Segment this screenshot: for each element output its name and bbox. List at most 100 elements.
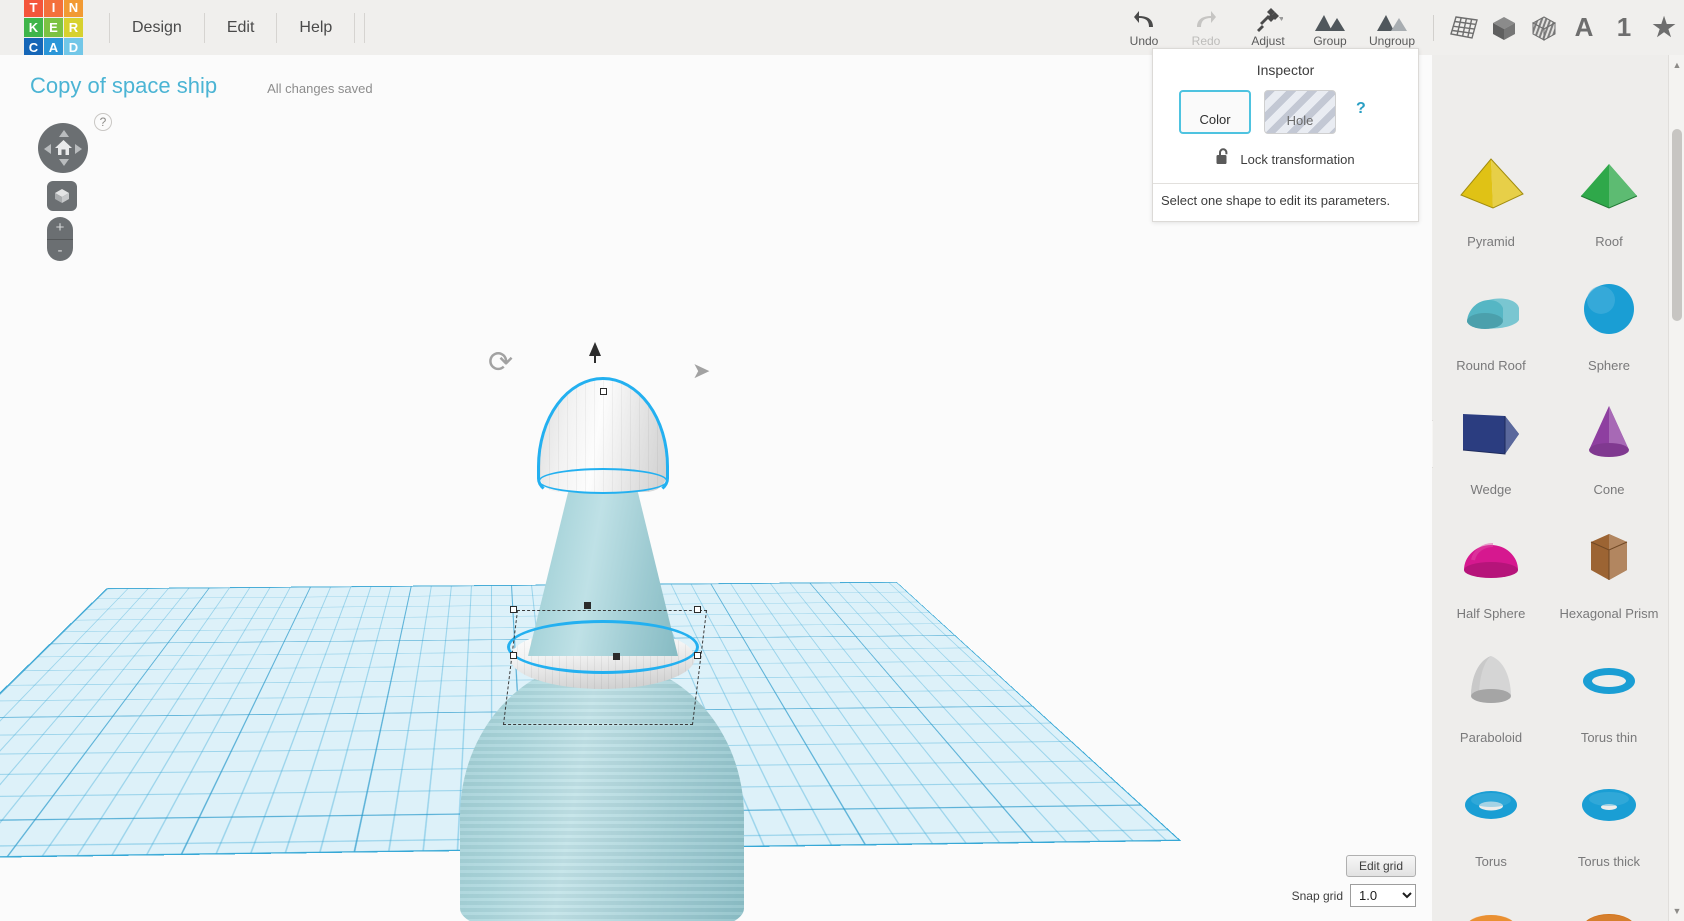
fit-view-cube-button[interactable] (47, 181, 77, 211)
torus-icon (1432, 755, 1550, 854)
star-glyph: ★ (1652, 12, 1676, 42)
color-swatch-button[interactable]: Color (1179, 90, 1251, 134)
group-mountains-icon (1313, 8, 1347, 32)
help-question-icon[interactable]: ? (94, 113, 112, 131)
design-header: Copy of space ship All changes saved (30, 73, 373, 99)
number-glyph: 1 (1616, 12, 1632, 42)
library-shape-label: Hexagonal Prism (1559, 606, 1659, 621)
edit-grid-button[interactable]: Edit grid (1345, 855, 1416, 877)
scroll-down-arrow-icon[interactable]: ▼ (1669, 903, 1684, 919)
inspector-help-icon[interactable]: ? (1356, 100, 1366, 118)
partial-icon (1432, 55, 1550, 125)
library-shape-tube[interactable]: Tube (1550, 879, 1668, 921)
resize-handle-nw[interactable] (510, 606, 517, 613)
torusthick-icon (1550, 755, 1668, 854)
library-shape-wedge[interactable]: Wedge (1432, 383, 1550, 507)
adjust-button[interactable]: Adjust (1237, 0, 1299, 55)
ungroup-button[interactable]: Ungroup (1361, 0, 1423, 55)
library-shape-roof[interactable]: Roof (1550, 135, 1668, 259)
orbit-up-icon[interactable] (59, 130, 69, 137)
library-shape-paraboloid[interactable]: Paraboloid (1432, 631, 1550, 755)
resize-handle-w[interactable] (510, 652, 517, 659)
resize-handle-ne[interactable] (694, 606, 701, 613)
scroll-up-arrow-icon[interactable]: ▲ (1669, 57, 1684, 73)
group-label: Group (1313, 33, 1347, 48)
hole-swatch-button[interactable]: Hole (1264, 90, 1336, 134)
cone-icon (1550, 383, 1668, 482)
ungroup-mountains-icon (1375, 8, 1409, 32)
text-letter-icon[interactable]: A (1564, 0, 1604, 55)
view-navigation-controls: ? + - (38, 113, 112, 261)
library-shape-round-roof[interactable]: Round Roof (1432, 259, 1550, 383)
solid-cube-icon[interactable] (1484, 0, 1524, 55)
menu-item-help[interactable]: Help (277, 12, 356, 43)
zoom-in-button[interactable]: + (47, 217, 73, 239)
logo-tile-t: T (24, 0, 43, 17)
home-view-icon[interactable] (54, 138, 73, 157)
library-shape-tube-thin[interactable]: Tube thin (1432, 879, 1550, 921)
snap-grid-select[interactable]: 0.10.250.51.02.05.010.0 (1350, 884, 1416, 907)
design-title[interactable]: Copy of space ship (30, 73, 217, 99)
height-handle-arrow[interactable] (589, 342, 601, 363)
redo-label: Redo (1191, 33, 1221, 48)
redo-button[interactable]: Redo (1175, 0, 1237, 55)
orbit-pad[interactable] (38, 123, 88, 173)
rotate-handle-right[interactable]: ➤ (692, 360, 710, 382)
orbit-down-icon[interactable] (59, 159, 69, 166)
tinkercad-app: TINKERCAD Design Edit Help Undo Redo Adj… (0, 0, 1684, 921)
nose-selection-ellipse (538, 468, 668, 494)
library-shape-torus-thick[interactable]: Torus thick (1550, 755, 1668, 879)
library-scroll-thumb[interactable] (1672, 129, 1682, 321)
save-status: All changes saved (267, 81, 373, 96)
text-letter-glyph: A (1574, 12, 1594, 42)
number-icon[interactable]: 1 (1604, 0, 1644, 55)
group-button[interactable]: Group (1299, 0, 1361, 55)
library-shape-label: Wedge (1470, 482, 1512, 497)
menu-item-design[interactable]: Design (109, 12, 205, 43)
inspector-panel: Inspector Color Hole ? Lock transformati… (1152, 48, 1419, 222)
collapse-library-chevron-icon[interactable]: ❯ (1432, 420, 1433, 468)
unlock-padlock-icon (1216, 148, 1231, 171)
inspector-note: Select one shape to edit its parameters. (1153, 183, 1418, 208)
toolbar-divider (1433, 14, 1434, 41)
snap-grid-row: Snap grid 0.10.250.51.02.05.010.0 (1292, 884, 1416, 907)
orbit-left-icon[interactable] (44, 144, 51, 154)
midpoint-handle-n[interactable] (584, 602, 591, 609)
workplane-grid-icon[interactable] (1444, 0, 1484, 55)
snap-grid-label: Snap grid (1291, 888, 1343, 903)
library-shape-pyramid[interactable]: Pyramid (1432, 135, 1550, 259)
resize-handle-e[interactable] (694, 652, 701, 659)
orbit-right-icon[interactable] (75, 144, 82, 154)
favorites-star-icon[interactable]: ★ (1644, 0, 1684, 55)
menu-item-edit[interactable]: Edit (205, 12, 278, 43)
library-shape-torus-thin[interactable]: Torus thin (1550, 631, 1668, 755)
resize-handle-top[interactable] (600, 388, 607, 395)
paraboloid-icon (1432, 631, 1550, 730)
library-shape-torus[interactable]: Torus (1432, 755, 1550, 879)
rotate-handle-left[interactable]: ⟳ (488, 348, 513, 378)
library-shape-cylinder[interactable] (1550, 55, 1668, 135)
halfsphere-icon (1432, 507, 1550, 606)
library-scrollbar[interactable]: ▲ ▼ (1668, 55, 1684, 921)
color-swatch-label: Color (1199, 112, 1231, 127)
shape-library-panel: ❯ Pyramid Roof Round Roof Sphere Wedge C… (1432, 55, 1684, 921)
inspector-title: Inspector (1256, 62, 1315, 78)
library-shape-hexagonal-prism[interactable]: Hexagonal Prism (1550, 507, 1668, 631)
lock-transformation-row[interactable]: Lock transformation (1153, 148, 1418, 171)
roundroof-icon (1432, 259, 1550, 358)
tinkercad-logo[interactable]: TINKERCAD (24, 0, 83, 57)
library-shape-sphere[interactable]: Sphere (1550, 259, 1668, 383)
striped-cube-icon[interactable] (1524, 0, 1564, 55)
spaceship-model[interactable]: ⟳ ➤ (452, 342, 752, 921)
top-toolbar: TINKERCAD Design Edit Help Undo Redo Adj… (0, 0, 1684, 57)
library-shape-label: Torus thin (1580, 730, 1638, 745)
midpoint-handle-s[interactable] (613, 653, 620, 660)
library-shape-box[interactable] (1432, 55, 1550, 135)
roof-icon (1550, 135, 1668, 234)
library-shape-cone[interactable]: Cone (1550, 383, 1668, 507)
undo-button[interactable]: Undo (1113, 0, 1175, 55)
tube-icon (1550, 879, 1668, 921)
library-shape-half-sphere[interactable]: Half Sphere (1432, 507, 1550, 631)
library-shape-label: Round Roof (1456, 358, 1526, 373)
adjust-tools-icon (1253, 7, 1283, 32)
